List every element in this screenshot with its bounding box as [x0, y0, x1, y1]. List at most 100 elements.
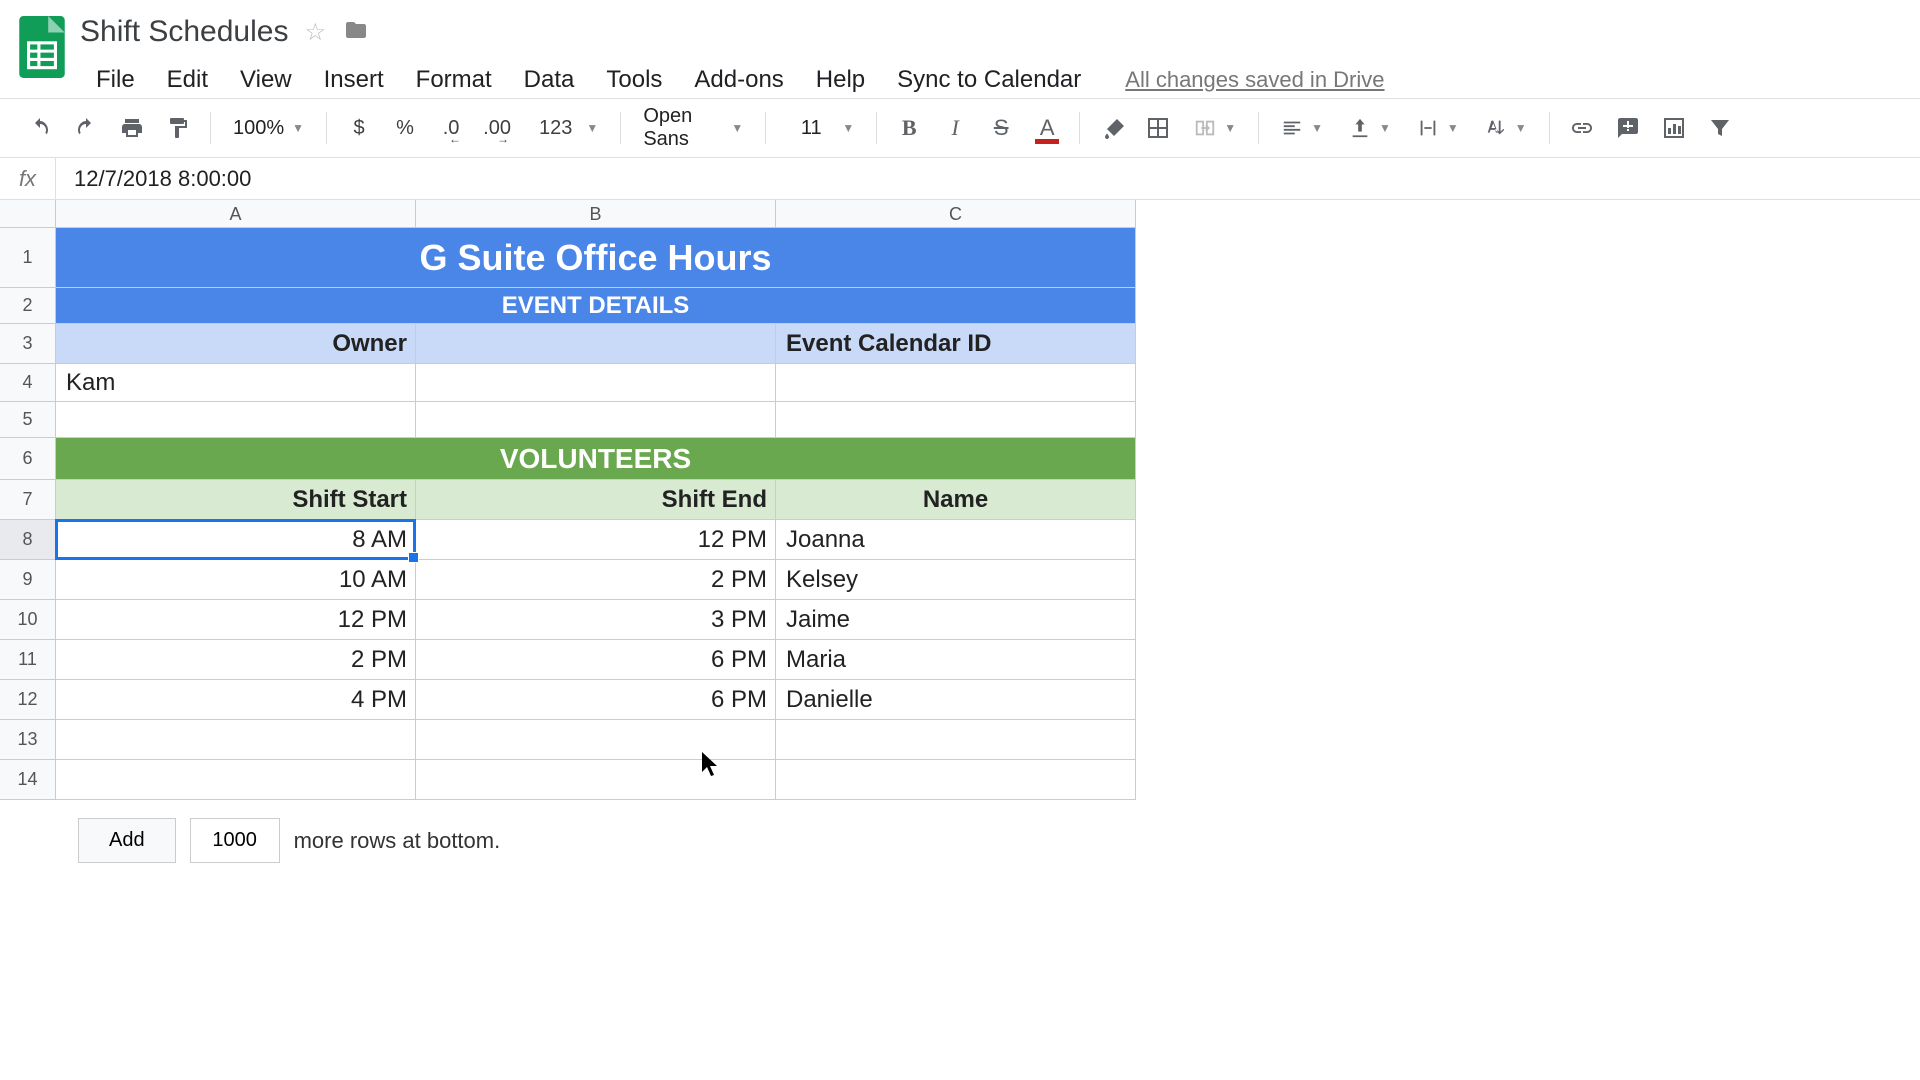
cell-a13[interactable] [56, 720, 416, 760]
row-header-12[interactable]: 12 [0, 680, 56, 720]
cell-b3[interactable] [416, 324, 776, 364]
row-header-11[interactable]: 11 [0, 640, 56, 680]
cell-a10[interactable]: 12 PM [56, 600, 416, 640]
menu-sync-to-calendar[interactable]: Sync to Calendar [881, 62, 1097, 98]
formula-input[interactable]: 12/7/2018 8:00:00 [56, 166, 1920, 192]
cell-a12[interactable]: 4 PM [56, 680, 416, 720]
insert-comment-button[interactable] [1608, 108, 1648, 148]
text-wrap-dropdown[interactable]: ▼ [1407, 117, 1469, 139]
text-rotation-dropdown[interactable]: ▼ [1475, 117, 1537, 139]
font-family-dropdown[interactable]: Open Sans▼ [633, 105, 753, 151]
star-icon[interactable]: ☆ [304, 18, 326, 47]
filter-button[interactable] [1700, 108, 1740, 148]
cell-volunteers-header[interactable]: VOLUNTEERS [56, 438, 1136, 480]
undo-button[interactable] [20, 108, 60, 148]
formula-label: fx [0, 158, 56, 199]
column-header-a[interactable]: A [56, 200, 416, 228]
cell-b14[interactable] [416, 760, 776, 800]
italic-button[interactable]: I [935, 108, 975, 148]
menu-insert[interactable]: Insert [308, 62, 400, 98]
menu-help[interactable]: Help [800, 62, 881, 98]
bold-button[interactable]: B [889, 108, 929, 148]
menu-data[interactable]: Data [508, 62, 591, 98]
redo-button[interactable] [66, 108, 106, 148]
vertical-align-dropdown[interactable]: ▼ [1339, 117, 1401, 139]
cell-owner-label[interactable]: Owner [56, 324, 416, 364]
row-header-2[interactable]: 2 [0, 288, 56, 324]
merge-cells-dropdown[interactable]: ▼ [1184, 117, 1246, 139]
column-header-b[interactable]: B [416, 200, 776, 228]
zoom-dropdown[interactable]: 100%▼ [223, 117, 314, 140]
text-color-button[interactable]: A [1027, 108, 1067, 148]
cell-b13[interactable] [416, 720, 776, 760]
cell-subtitle[interactable]: EVENT DETAILS [56, 288, 1136, 324]
decrease-decimal-button[interactable]: .0← [431, 108, 471, 148]
strikethrough-button[interactable]: S [981, 108, 1021, 148]
cell-c9[interactable]: Kelsey [776, 560, 1136, 600]
paint-format-button[interactable] [158, 108, 198, 148]
row-header-5[interactable]: 5 [0, 402, 56, 438]
insert-chart-button[interactable] [1654, 108, 1694, 148]
menu-tools[interactable]: Tools [590, 62, 678, 98]
menu-view[interactable]: View [224, 62, 308, 98]
row-header-8[interactable]: 8 [0, 520, 56, 560]
row-header-9[interactable]: 9 [0, 560, 56, 600]
cell-title[interactable]: G Suite Office Hours [56, 228, 1136, 288]
cell-a5[interactable] [56, 402, 416, 438]
cell-c12[interactable]: Danielle [776, 680, 1136, 720]
document-title[interactable]: Shift Schedules [80, 15, 288, 49]
cell-col-shift-end[interactable]: Shift End [416, 480, 776, 520]
row-header-3[interactable]: 3 [0, 324, 56, 364]
cell-c4[interactable] [776, 364, 1136, 402]
format-currency-button[interactable]: $ [339, 108, 379, 148]
fill-color-button[interactable] [1092, 108, 1132, 148]
row-header-10[interactable]: 10 [0, 600, 56, 640]
cell-col-name[interactable]: Name [776, 480, 1136, 520]
add-rows-input[interactable] [190, 818, 280, 863]
increase-decimal-button[interactable]: .00→ [477, 108, 517, 148]
cell-b8[interactable]: 12 PM [416, 520, 776, 560]
cell-c10[interactable]: Jaime [776, 600, 1136, 640]
add-rows-button[interactable]: Add [78, 818, 176, 863]
column-header-c[interactable]: C [776, 200, 1136, 228]
cell-a14[interactable] [56, 760, 416, 800]
sheets-app-icon[interactable] [16, 12, 68, 82]
menu-format[interactable]: Format [400, 62, 508, 98]
cell-b5[interactable] [416, 402, 776, 438]
row-header-1[interactable]: 1 [0, 228, 56, 288]
row-header-6[interactable]: 6 [0, 438, 56, 480]
cell-a9[interactable]: 10 AM [56, 560, 416, 600]
format-percent-button[interactable]: % [385, 108, 425, 148]
cell-a11[interactable]: 2 PM [56, 640, 416, 680]
cell-c14[interactable] [776, 760, 1136, 800]
cell-b4[interactable] [416, 364, 776, 402]
save-status[interactable]: All changes saved in Drive [1125, 67, 1384, 93]
row-header-4[interactable]: 4 [0, 364, 56, 402]
horizontal-align-dropdown[interactable]: ▼ [1271, 117, 1333, 139]
cell-b9[interactable]: 2 PM [416, 560, 776, 600]
cell-b11[interactable]: 6 PM [416, 640, 776, 680]
insert-link-button[interactable] [1562, 108, 1602, 148]
number-format-dropdown[interactable]: 123▼ [523, 117, 608, 140]
cell-b10[interactable]: 3 PM [416, 600, 776, 640]
menu-file[interactable]: File [80, 62, 151, 98]
cell-a8[interactable]: 8 AM [56, 520, 416, 560]
row-header-13[interactable]: 13 [0, 720, 56, 760]
cell-owner-value[interactable]: Kam [56, 364, 416, 402]
print-button[interactable] [112, 108, 152, 148]
cell-c8[interactable]: Joanna [776, 520, 1136, 560]
borders-button[interactable] [1138, 108, 1178, 148]
folder-icon[interactable] [342, 18, 370, 47]
font-size-dropdown[interactable]: 11▼ [778, 117, 864, 140]
cell-calendar-label[interactable]: Event Calendar ID [776, 324, 1136, 364]
select-all-corner[interactable] [0, 200, 56, 228]
row-header-7[interactable]: 7 [0, 480, 56, 520]
menu-addons[interactable]: Add-ons [678, 62, 799, 98]
row-header-14[interactable]: 14 [0, 760, 56, 800]
menu-edit[interactable]: Edit [151, 62, 224, 98]
cell-c13[interactable] [776, 720, 1136, 760]
cell-b12[interactable]: 6 PM [416, 680, 776, 720]
cell-c5[interactable] [776, 402, 1136, 438]
cell-c11[interactable]: Maria [776, 640, 1136, 680]
cell-col-shift-start[interactable]: Shift Start [56, 480, 416, 520]
